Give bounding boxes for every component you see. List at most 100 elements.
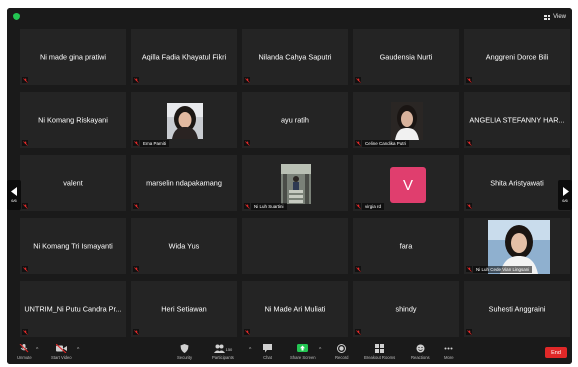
muted-mic-icon (244, 77, 250, 83)
participant-name: Ni Luh Suartini (251, 203, 287, 210)
start-video-label: Start Video (51, 355, 72, 360)
muted-mic-icon (355, 266, 361, 272)
participant-name: Celine Candika Putri (362, 140, 410, 147)
end-meeting-button[interactable]: End (545, 347, 567, 358)
participant-tile[interactable]: Ni Luh Suartini (241, 154, 349, 212)
participant-name: Ni Made Ari Muliati (264, 304, 326, 314)
share-screen-button[interactable]: Share Screen (290, 344, 316, 360)
participant-tile[interactable]: Gaudensia Nurti (352, 28, 460, 86)
breakout-rooms-button[interactable]: Breakout Rooms (364, 344, 395, 360)
participant-tile[interactable]: Ni Komang Tri Ismayanti (19, 217, 127, 275)
participant-name: shindy (395, 304, 417, 314)
muted-mic-icon (133, 329, 139, 335)
participant-tile[interactable]: Ni Luh Cede Vian Lingsani (463, 217, 571, 275)
muted-mic-icon (355, 77, 361, 83)
participant-profile-photo (281, 164, 311, 204)
smiley-icon (416, 344, 425, 353)
gallery-grid: Ni made gina pratiwi Aqilla Fadia Khayat… (7, 28, 572, 342)
participant-tile[interactable]: Ni Komang Riskayani (19, 91, 127, 149)
participant-profile-photo (167, 103, 203, 139)
participant-name: Anggreni Dorce Bili (485, 52, 549, 62)
participant-profile-photo (391, 102, 423, 140)
participant-tile-empty (241, 217, 349, 275)
unmute-label: Unmute (17, 355, 32, 360)
muted-mic-icon (244, 203, 250, 209)
audio-options-caret-icon[interactable]: ^ (36, 347, 38, 353)
participant-name: Ni Komang Riskayani (38, 115, 108, 125)
muted-mic-icon (355, 203, 361, 209)
gallery-view-icon (544, 14, 551, 20)
participant-tile[interactable]: Nilanda Cahya Saputri (241, 28, 349, 86)
participant-tile[interactable]: Anggreni Dorce Bili (463, 28, 571, 86)
more-button[interactable]: More (444, 344, 454, 360)
participant-tile[interactable]: UNTRIM_Ni Putu Candra Pr... (19, 280, 127, 338)
participant-tile[interactable]: Ema Pamiti (130, 91, 238, 149)
participant-tile[interactable]: ANGELIA STEFANNY HAR... (463, 91, 571, 149)
muted-mic-icon (22, 266, 28, 272)
meeting-topbar: View (7, 8, 572, 25)
next-page-button[interactable]: 6/6 (558, 180, 572, 210)
video-off-icon (55, 344, 67, 353)
security-label: Security (177, 355, 193, 360)
view-button[interactable]: View (544, 12, 566, 22)
participant-tile[interactable]: Shita Aristyawati (463, 154, 571, 212)
meeting-controls-toolbar: Unmute ^ Start Video ^ Security 150 Part… (7, 342, 572, 364)
video-options-caret-icon[interactable]: ^ (77, 347, 79, 353)
participant-name: Ni made gina pratiwi (39, 52, 107, 62)
muted-mic-icon (355, 329, 361, 335)
participant-tile[interactable]: ayu ratih (241, 91, 349, 149)
participant-name: ayu ratih (281, 115, 309, 125)
participant-initial-avatar: V (390, 167, 426, 203)
participant-name: Suhesti Anggraini (488, 304, 546, 314)
reactions-button[interactable]: Reactions (411, 344, 430, 360)
page-indicator: 6/6 (562, 198, 568, 203)
participant-tile[interactable]: marselin ndapakamang (130, 154, 238, 212)
share-screen-label: Share Screen (290, 355, 316, 360)
participant-tile[interactable]: V virgia rd (352, 154, 460, 212)
participant-tile[interactable]: shindy (352, 280, 460, 338)
participant-tile[interactable]: Suhesti Anggraini (463, 280, 571, 338)
participants-icon (213, 344, 225, 353)
muted-mic-icon (355, 140, 361, 146)
muted-mic-icon (22, 203, 28, 209)
chat-button[interactable]: Chat (263, 344, 272, 360)
muted-mic-icon (244, 329, 250, 335)
previous-page-button[interactable]: 6/6 (7, 180, 21, 210)
security-button[interactable]: Security (177, 344, 192, 360)
muted-mic-icon (133, 77, 139, 83)
share-options-caret-icon[interactable]: ^ (319, 347, 321, 353)
participant-name: valent (63, 178, 83, 188)
start-video-button[interactable]: Start Video (51, 344, 72, 360)
muted-mic-icon (244, 140, 250, 146)
encryption-shield-icon[interactable] (13, 13, 20, 20)
participant-name: ANGELIA STEFANNY HAR... (469, 115, 565, 125)
participant-name: Nilanda Cahya Saputri (258, 52, 332, 62)
muted-mic-icon (22, 140, 28, 146)
record-button[interactable]: Record (335, 344, 349, 360)
muted-mic-icon (133, 266, 139, 272)
participant-tile[interactable]: fara (352, 217, 460, 275)
participant-tile[interactable]: Ni Made Ari Muliati (241, 280, 349, 338)
record-label: Record (335, 355, 349, 360)
unmute-button[interactable]: Unmute (17, 344, 32, 360)
participant-tile[interactable]: Heri Setiawan (130, 280, 238, 338)
muted-mic-icon (466, 266, 472, 272)
participant-tile[interactable]: Aqilla Fadia Khayatul Fikri (130, 28, 238, 86)
muted-mic-icon (466, 140, 472, 146)
more-dots-icon (444, 347, 453, 350)
participant-tile[interactable]: valent (19, 154, 127, 212)
muted-microphone-icon (19, 344, 29, 353)
breakout-rooms-icon (375, 344, 385, 353)
muted-mic-icon (22, 329, 28, 335)
muted-mic-icon (133, 203, 139, 209)
participant-tile[interactable]: Celine Candika Putri (352, 91, 460, 149)
participants-button[interactable]: 150 Participants (212, 344, 234, 360)
record-icon (337, 344, 347, 353)
participant-name: Gaudensia Nurti (379, 52, 433, 62)
participant-tile[interactable]: Wida Yus (130, 217, 238, 275)
participants-options-caret-icon[interactable]: ^ (249, 347, 251, 353)
participant-name: marselin ndapakamang (146, 178, 222, 188)
participant-tile[interactable]: Ni made gina pratiwi (19, 28, 127, 86)
participant-name: Ni Komang Tri Ismayanti (33, 241, 113, 251)
chevron-right-icon (562, 187, 569, 196)
